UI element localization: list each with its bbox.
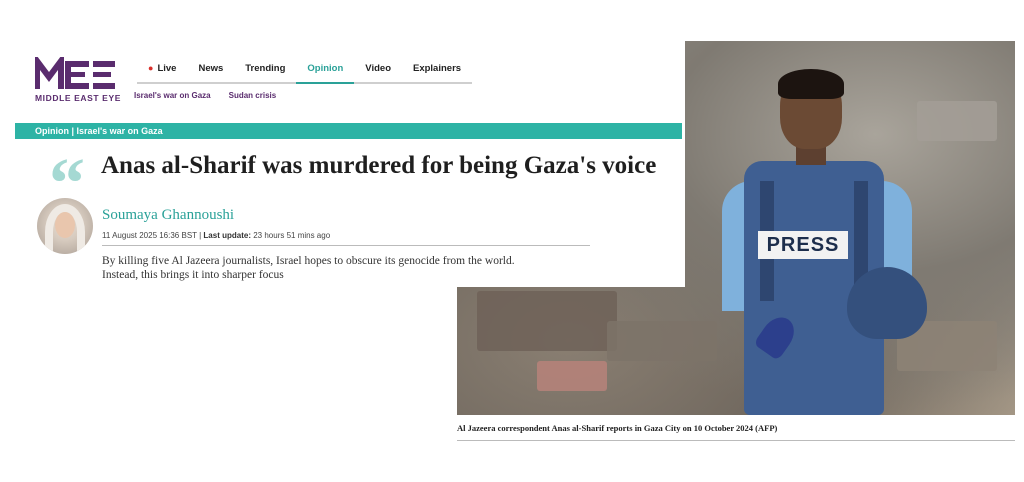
nav-item-video[interactable]: Video: [354, 63, 402, 84]
standfirst-line: By killing five Al Jazeera journalists, …: [102, 255, 515, 267]
press-label: PRESS: [758, 231, 848, 259]
reporter-figure: PRESS: [722, 69, 927, 415]
section-breadcrumb[interactable]: Opinion | Israel's war on Gaza: [15, 123, 682, 139]
nav-item-opinion[interactable]: Opinion: [296, 63, 355, 84]
publish-date: 11 August 2025 16:36 BST: [102, 231, 197, 240]
photo-caption: Al Jazeera correspondent Anas al-Sharif …: [457, 423, 778, 433]
sub-nav: Israel's war on Gaza Sudan crisis: [134, 91, 276, 100]
nav-label: Live: [157, 63, 177, 74]
author-avatar[interactable]: [37, 198, 93, 254]
article-meta: 11 August 2025 16:36 BST | Last update: …: [102, 231, 331, 240]
main-nav: ● Live News Trending Opinion Video Explai…: [137, 63, 473, 84]
nav-item-explainers[interactable]: Explainers: [402, 63, 473, 84]
author-name[interactable]: Soumaya Ghannoushi: [102, 207, 234, 224]
subnav-item-sudan[interactable]: Sudan crisis: [229, 91, 277, 100]
nav-item-live[interactable]: ● Live: [137, 63, 188, 84]
update-label: Last update:: [203, 231, 251, 240]
live-dot-icon: ●: [148, 63, 154, 73]
nav-item-news[interactable]: News: [187, 63, 235, 84]
site-name: MIDDLE EAST EYE: [35, 93, 121, 103]
article-standfirst: By killing five Al Jazeera journalists, …: [102, 254, 577, 282]
standfirst-line: Instead, this brings it into sharper foc…: [102, 269, 284, 281]
nav-item-trending[interactable]: Trending: [234, 63, 297, 84]
article-header-card: MIDDLE EAST EYE ● Live News Trending Opin…: [15, 41, 685, 287]
caption-divider: [457, 440, 1015, 441]
meta-divider: [102, 245, 590, 246]
mee-logo[interactable]: [34, 52, 117, 96]
update-value: 23 hours 51 mins ago: [253, 231, 331, 240]
subnav-item-gaza[interactable]: Israel's war on Gaza: [134, 91, 211, 100]
article-headline: Anas al-Sharif was murdered for being Ga…: [101, 152, 657, 179]
